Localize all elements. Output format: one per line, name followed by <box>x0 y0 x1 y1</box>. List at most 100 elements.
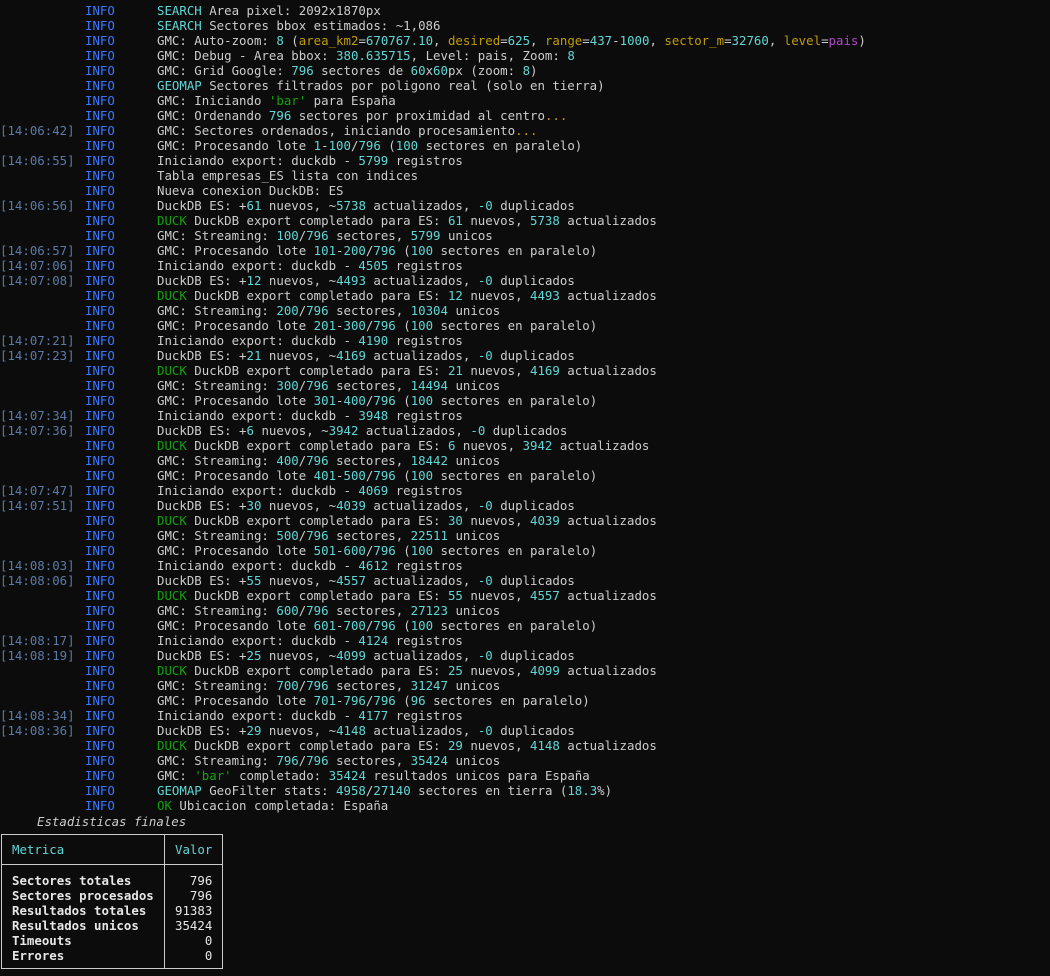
log-segment: unicos <box>447 378 501 393</box>
log-segment: ( <box>395 543 411 558</box>
log-segment: unicos <box>447 753 501 768</box>
log-segment: ( <box>395 393 411 408</box>
log-segment: 100 <box>276 228 299 243</box>
log-level: INFO <box>85 348 115 363</box>
log-segment: DUCK <box>157 288 187 303</box>
log-segment: DuckDB export completado para ES: <box>186 738 448 753</box>
log-segment: sectores por proximidad al centro <box>291 108 545 123</box>
log-level: INFO <box>85 618 115 633</box>
log-segment: unicos <box>440 228 493 243</box>
log-segment: OK <box>157 798 172 813</box>
log-segment: nuevos, <box>462 738 530 753</box>
log-segment: sectores, <box>328 678 411 693</box>
log-segment: DuckDB ES: + <box>157 498 247 513</box>
log-segment: sectores en paralelo) <box>418 138 583 153</box>
log-segment: unicos <box>447 453 501 468</box>
log-segment: GMC: Procesando lote <box>157 138 314 153</box>
log-line: [14:08:03] INFO Iniciando export: duckdb -… <box>0 558 1050 573</box>
log-segment: 'bar' <box>194 768 232 783</box>
log-line: INFO DUCK DuckDB export completado para E… <box>0 213 1050 228</box>
log-message: DuckDB ES: +6 nuevos, ~3942 actualizados… <box>157 423 567 438</box>
log-message: Iniciando export: duckdb - 4124 registro… <box>157 633 463 648</box>
log-line: INFO GMC: Streaming: 400/796 sectores, 18… <box>0 453 1050 468</box>
log-level: INFO <box>85 513 115 528</box>
log-segment: GMC: Procesando lote <box>157 318 314 333</box>
log-segment: GMC: Streaming: <box>157 753 277 768</box>
log-segment: Iniciando export: duckdb - <box>157 558 359 573</box>
log-level: INFO <box>85 783 115 798</box>
log-line: [14:08:36] INFO DuckDB ES: +29 nuevos, ~41… <box>0 723 1050 738</box>
log-segment: Tabla empresas_ES lista con indices <box>157 168 419 183</box>
log-line: INFO GMC: Iniciando 'bar' para España <box>0 93 1050 108</box>
log-segment: duplicados <box>485 423 568 438</box>
header-metric: Metrica <box>1 834 165 865</box>
log-segment: 1000 <box>619 33 650 48</box>
log-segment: DuckDB ES: + <box>157 348 247 363</box>
log-timestamp: [14:07:36] <box>0 423 75 438</box>
log-segment: DuckDB ES: + <box>157 198 247 213</box>
log-segment: 6 <box>246 423 254 438</box>
log-segment: 12 <box>447 288 463 303</box>
log-segment: 21 <box>246 348 262 363</box>
log-message: GMC: Streaming: 500/796 sectores, 22511 … <box>157 528 500 543</box>
log-level: INFO <box>85 363 115 378</box>
stat-metric: Errores <box>12 948 65 963</box>
log-segment: area_km2 <box>298 33 359 48</box>
log-segment: 200 <box>276 303 299 318</box>
log-line: [14:08:17] INFO Iniciando export: duckdb -… <box>0 633 1050 648</box>
log-line: INFO GMC: Streaming: 100/796 sectores, 57… <box>0 228 1050 243</box>
log-segment: 600 <box>276 603 299 618</box>
log-segment: unicos <box>447 603 501 618</box>
log-segment: 300 <box>343 318 366 333</box>
log-segment: nuevos, <box>462 588 530 603</box>
log-segment: 32760 <box>731 33 769 48</box>
log-segment: sectores en paralelo) <box>433 243 598 258</box>
stat-metric: Resultados totales <box>12 903 147 918</box>
log-segment: 500 <box>343 468 366 483</box>
log-segment: 796 <box>306 678 329 693</box>
log-line: [14:07:47] INFO Iniciando export: duckdb -… <box>0 483 1050 498</box>
log-message: Tabla empresas_ES lista con indices <box>157 168 418 183</box>
log-segment: 4493 <box>336 273 366 288</box>
log-segment: 796 <box>373 543 396 558</box>
log-level: INFO <box>85 48 115 63</box>
log-message: Iniciando export: duckdb - 3948 registro… <box>157 408 463 423</box>
log-segment: 380.635715 <box>336 48 411 63</box>
stats-table-body: Sectores totales Sectores procesados Resul… <box>1 864 224 969</box>
log-segment: 796 <box>268 108 292 123</box>
log-segment: -0 <box>477 348 493 363</box>
log-line: INFO GMC: Procesando lote 701-796/796 (96… <box>0 693 1050 708</box>
log-segment: duplicados <box>492 573 575 588</box>
log-segment: 437 <box>589 33 613 48</box>
log-segment: registros <box>388 483 463 498</box>
log-segment: 8 <box>567 48 575 63</box>
log-message: GMC: Debug - Area bbox: 380.635715, Leve… <box>157 48 575 63</box>
log-segment: DuckDB ES: + <box>157 648 247 663</box>
log-segment: 29 <box>246 723 262 738</box>
log-segment: DuckDB ES: + <box>157 573 247 588</box>
log-segment: 4177 <box>358 708 389 723</box>
log-segment: unicos <box>447 303 501 318</box>
log-segment: Sectores bbox estimados: ~1,086 <box>201 18 441 33</box>
log-segment: nuevos, ~ <box>261 498 337 513</box>
log-segment: 96 <box>410 693 426 708</box>
log-line: INFO DUCK DuckDB export completado para E… <box>0 288 1050 303</box>
log-segment: 100 <box>410 393 434 408</box>
log-level: INFO <box>85 468 115 483</box>
log-segment: duplicados <box>492 198 575 213</box>
log-segment: - <box>336 318 344 333</box>
log-level: INFO <box>85 78 115 93</box>
log-segment: duplicados <box>492 348 575 363</box>
log-message: DuckDB ES: +61 nuevos, ~5738 actualizado… <box>157 198 575 213</box>
log-segment: 4169 <box>530 363 560 378</box>
log-segment: actualizados, <box>365 648 478 663</box>
log-segment: 400 <box>276 453 299 468</box>
log-level: INFO <box>85 408 115 423</box>
log-message: DUCK DuckDB export completado para ES: 2… <box>157 663 657 678</box>
log-segment: 18.3 <box>567 783 598 798</box>
log-segment: DuckDB export completado para ES: <box>186 288 448 303</box>
log-level: INFO <box>85 453 115 468</box>
log-level: INFO <box>85 723 115 738</box>
log-level: INFO <box>85 378 115 393</box>
log-segment: 5738 <box>530 213 560 228</box>
